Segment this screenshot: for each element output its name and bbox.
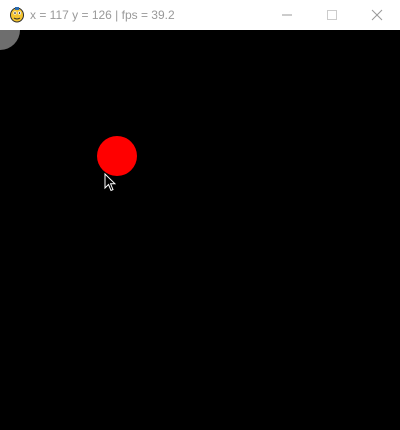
red-ball: [97, 136, 137, 176]
minimize-icon: [282, 14, 292, 16]
title-bar[interactable]: x = 117 y = 126 | fps = 39.2: [0, 0, 400, 30]
close-icon: [371, 9, 383, 21]
game-canvas[interactable]: [0, 30, 400, 430]
close-button[interactable]: [354, 0, 400, 30]
app-window: x = 117 y = 126 | fps = 39.2: [0, 0, 400, 430]
corner-circle: [0, 30, 20, 50]
maximize-icon: [327, 10, 337, 20]
maximize-button[interactable]: [309, 0, 355, 30]
window-title: x = 117 y = 126 | fps = 39.2: [30, 8, 175, 22]
mouse-cursor-icon: [104, 173, 116, 192]
minimize-button[interactable]: [264, 0, 310, 30]
pygame-snake-icon: [10, 7, 24, 23]
